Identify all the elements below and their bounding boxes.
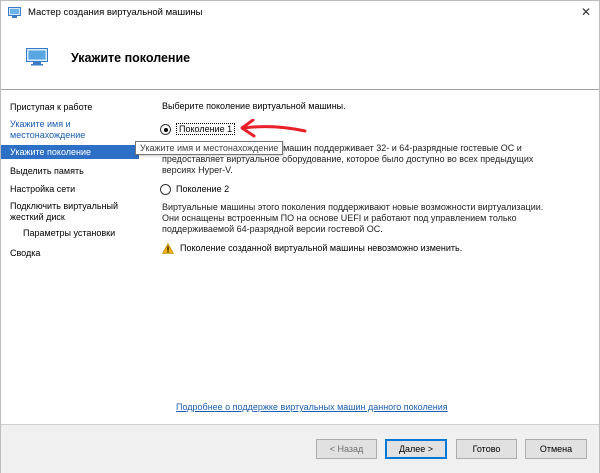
nav-step-memory[interactable]: Выделить память: [10, 166, 138, 177]
nav-step-virtual-disk[interactable]: Подключить виртуальный жесткий диск: [10, 201, 138, 223]
next-button[interactable]: Далее >: [385, 439, 447, 459]
generation-2-desc-line: Они оснащены встроенным ПО на основе UEF…: [162, 213, 517, 223]
warning-text: Поколение созданной виртуальной машины н…: [180, 243, 463, 253]
generation-1-radio[interactable]: [160, 124, 171, 135]
back-button[interactable]: < Назад: [316, 439, 377, 459]
generation-2-desc-line: Виртуальные машины этого поколения подде…: [162, 202, 544, 212]
tooltip: Укажите имя и местонахождение: [135, 141, 284, 155]
generation-2-radio[interactable]: [160, 184, 171, 195]
hyperv-app-icon: [8, 7, 21, 18]
nav-step-summary[interactable]: Сводка: [10, 248, 138, 259]
nav-step-name-location[interactable]: Укажите имя и местонахождение: [10, 119, 138, 141]
window-title: Мастер создания виртуальной машины: [28, 7, 203, 18]
finish-button[interactable]: Готово: [456, 439, 517, 459]
close-icon[interactable]: ✕: [573, 1, 599, 23]
wizard-header: Укажите поколение: [1, 25, 599, 89]
nav-step-install-options[interactable]: Параметры установки: [23, 228, 151, 239]
generation-info-link[interactable]: Подробнее о поддержке виртуальных машин …: [176, 402, 448, 412]
title-bar: Мастер создания виртуальной машины ✕: [1, 1, 599, 25]
nav-step-before-you-begin[interactable]: Приступая к работе: [10, 102, 138, 113]
generation-prompt: Выберите поколение виртуальной машины.: [162, 101, 346, 111]
generation-1-desc-line: версиях Hyper-V.: [162, 165, 233, 175]
generation-2-description: Виртуальные машины этого поколения подде…: [162, 202, 587, 235]
nav-step-generation[interactable]: Укажите поколение: [1, 145, 139, 159]
page-title: Укажите поколение: [71, 51, 191, 65]
wizard-window: Мастер создания виртуальной машины ✕ Ука…: [0, 0, 600, 473]
generation-2-desc-line: поддерживаемой 64-разрядной версии госте…: [162, 224, 383, 234]
nav-step-network[interactable]: Настройка сети: [10, 184, 138, 195]
generation-1-label[interactable]: Поколение 1: [176, 123, 236, 135]
wizard-steps-nav: Приступая к работе Укажите имя и местона…: [1, 90, 139, 424]
wizard-footer: < Назад Далее > Готово Отмена: [1, 425, 599, 473]
generation-1-desc-line: предоставляет виртуальное оборудование, …: [162, 154, 534, 164]
virtual-machine-icon: [26, 48, 48, 66]
cancel-button[interactable]: Отмена: [525, 439, 587, 459]
generation-2-label[interactable]: Поколение 2: [176, 184, 229, 194]
annotation-arrow-icon: [240, 119, 307, 138]
warning-icon: [162, 243, 174, 254]
